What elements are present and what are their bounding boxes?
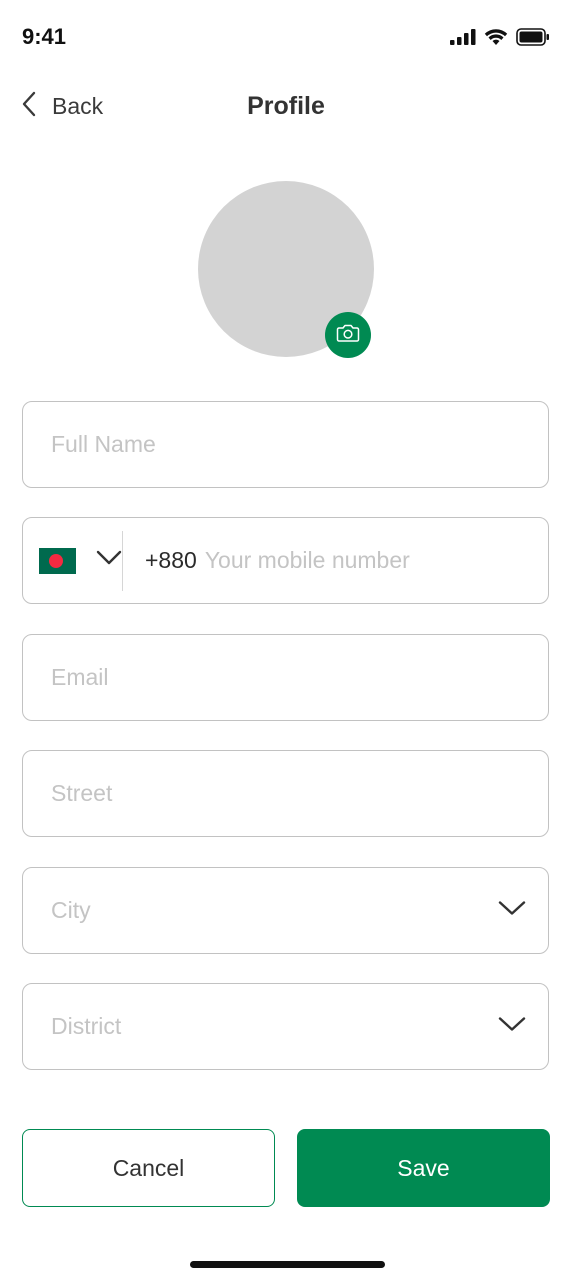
street-input[interactable] <box>23 780 548 807</box>
battery-icon <box>516 28 550 51</box>
dial-code: +880 <box>145 547 197 573</box>
profile-screen: 9:41 Back Profile Full Name +880 Your mo… <box>0 0 572 1280</box>
city-select[interactable] <box>22 867 549 954</box>
page-title: Profile <box>247 92 325 120</box>
home-indicator <box>190 1261 385 1268</box>
full-name-input[interactable] <box>23 431 548 458</box>
chevron-down-icon <box>96 550 122 571</box>
change-photo-button[interactable] <box>325 312 371 358</box>
full-name-field[interactable] <box>22 401 549 488</box>
wifi-icon <box>484 28 508 51</box>
phone-input[interactable] <box>196 547 548 574</box>
district-input[interactable] <box>23 1013 548 1040</box>
country-code-selector[interactable] <box>23 530 123 591</box>
cancel-button[interactable]: Cancel <box>22 1129 275 1207</box>
email-field[interactable] <box>22 634 549 721</box>
status-time: 9:41 <box>22 24 67 49</box>
camera-icon <box>336 323 360 348</box>
district-select[interactable] <box>22 983 549 1070</box>
chevron-down-icon <box>498 900 526 921</box>
street-field[interactable] <box>22 750 549 837</box>
bangladesh-flag-icon <box>39 547 76 574</box>
phone-field[interactable]: +880 <box>22 517 549 604</box>
city-input[interactable] <box>23 897 548 924</box>
status-icons <box>450 28 550 51</box>
signal-icon <box>450 29 476 50</box>
email-input[interactable] <box>23 664 548 691</box>
save-button[interactable]: Save <box>297 1129 550 1207</box>
chevron-down-icon <box>498 1016 526 1037</box>
